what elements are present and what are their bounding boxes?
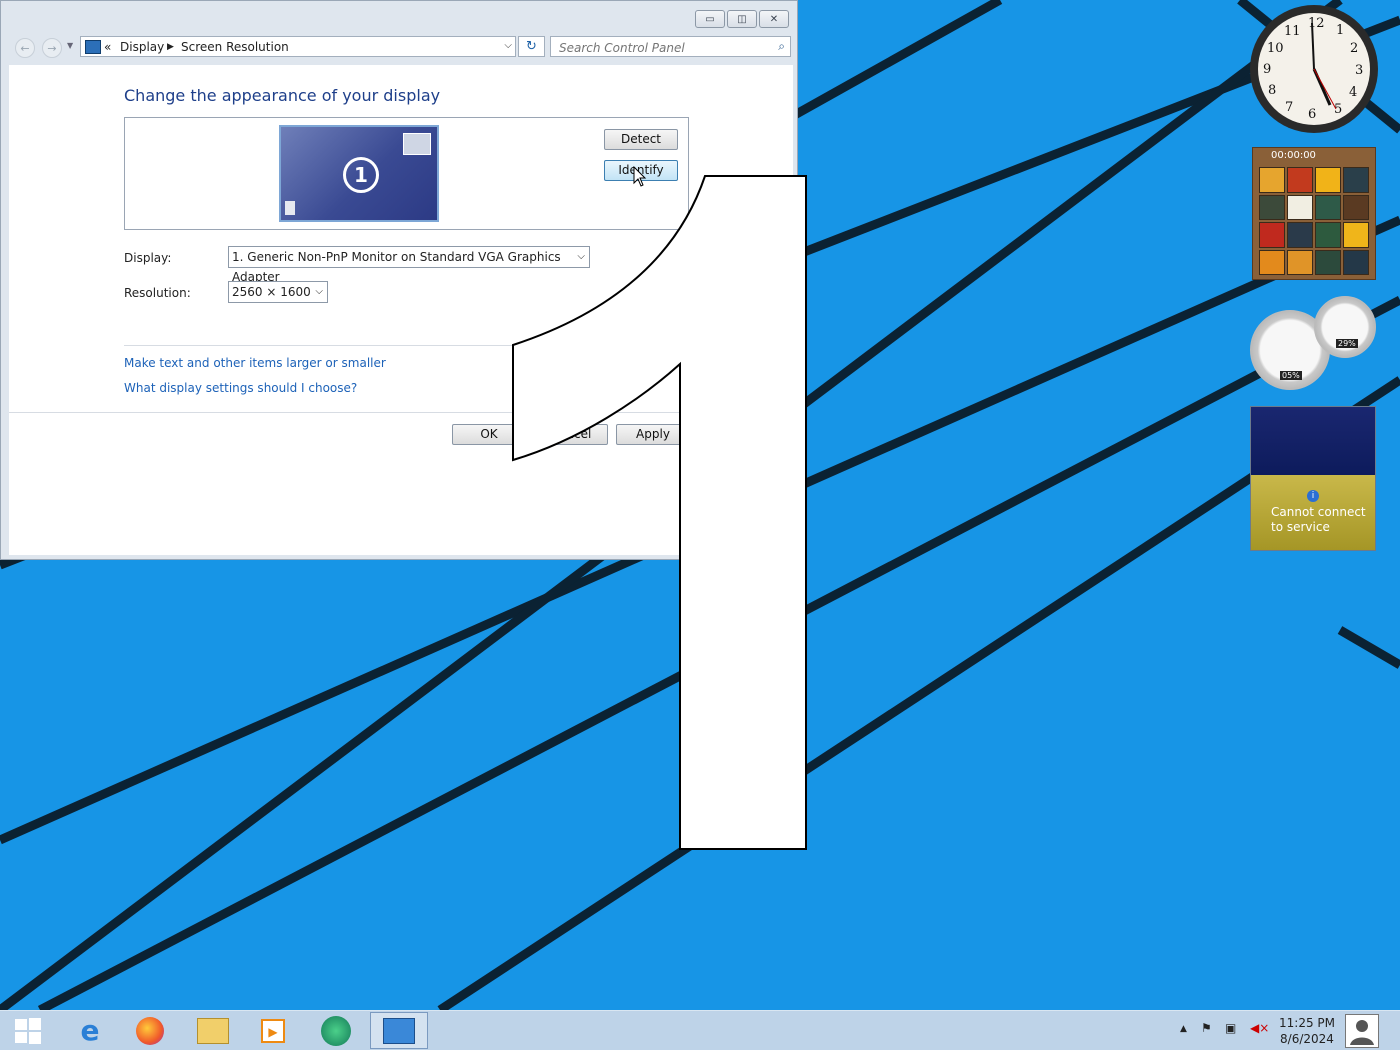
taskbar: e ▶ ▲ ⚑ ▣ ◀× 11:25 PM 8/6/2024: [0, 1010, 1400, 1050]
memory-dial: [1314, 296, 1376, 358]
page-title: Change the appearance of your display: [124, 86, 441, 105]
title-bar[interactable]: ▭ ◫ ✕: [1, 1, 797, 35]
display-label: Display:: [124, 251, 172, 265]
media-player-icon: ▶: [261, 1018, 285, 1043]
close-button[interactable]: ✕: [759, 10, 789, 28]
maximize-button[interactable]: ◫: [727, 10, 757, 28]
screen-resolution-window: ▭ ◫ ✕ ← → ▼ « Display ▶ Screen Resolutio…: [0, 0, 798, 560]
taskbar-file-explorer[interactable]: [185, 1012, 241, 1049]
info-icon: i: [1307, 490, 1319, 502]
display-select[interactable]: 1. Generic Non-PnP Monitor on Standard V…: [228, 246, 590, 284]
footer-divider: [9, 412, 793, 413]
display-settings-help-link[interactable]: What display settings should I choose?: [124, 381, 357, 395]
refresh-icon: ↻: [526, 39, 537, 54]
puzzle-grid[interactable]: [1259, 167, 1369, 275]
navigation-bar: ← → ▼ « Display ▶ Screen Resolution ⌵ ↻ …: [1, 35, 797, 59]
control-panel-icon: [383, 1017, 415, 1044]
start-button[interactable]: [0, 1012, 56, 1049]
clock-time: 11:25 PM: [1279, 1016, 1335, 1030]
refresh-button[interactable]: ↻: [518, 36, 545, 57]
weather-error-line: Cannot connect: [1271, 505, 1366, 519]
cpu-meter-gadget[interactable]: 05% 29%: [1250, 296, 1378, 392]
resolution-label: Resolution:: [124, 286, 191, 300]
picture-puzzle-gadget[interactable]: 00:00:00: [1252, 147, 1376, 280]
address-bar[interactable]: « Display ▶ Screen Resolution ⌵: [80, 36, 516, 57]
text-size-link[interactable]: Make text and other items larger or smal…: [124, 356, 386, 370]
minimize-icon: ▭: [705, 13, 715, 25]
resolution-select-value: 2560 × 1600: [232, 285, 311, 299]
apply-button[interactable]: Apply: [616, 424, 690, 445]
weather-gadget[interactable]: i Cannot connect to service: [1250, 406, 1376, 551]
breadcrumb-display[interactable]: Display: [120, 40, 164, 54]
monitor-window-icon: [403, 133, 431, 155]
weather-error-line: to service: [1271, 520, 1330, 534]
action-center-flag-icon[interactable]: ⚑: [1201, 1021, 1212, 1035]
clock-face: 12 1 2 3 4 5 6 7 8 9 10 11: [1258, 13, 1370, 125]
divider: [124, 345, 689, 346]
volume-muted-icon[interactable]: ◀×: [1250, 1021, 1269, 1035]
recent-pages-icon[interactable]: ▼: [67, 41, 73, 50]
weather-panel: i Cannot connect to service: [1251, 475, 1375, 550]
firefox-icon: [136, 1016, 164, 1045]
minimize-button[interactable]: ▭: [695, 10, 725, 28]
taskbar-firefox[interactable]: [122, 1012, 178, 1049]
taskbar-internet-explorer[interactable]: e: [62, 1012, 118, 1049]
monitor-1-tile[interactable]: 1: [279, 125, 439, 222]
display-select-value: 1. Generic Non-PnP Monitor on Standard V…: [232, 250, 561, 284]
user-avatar[interactable]: [1345, 1014, 1379, 1048]
cpu-percent: 05%: [1280, 371, 1302, 380]
clock-date: 8/6/2024: [1280, 1032, 1334, 1046]
weather-image: [1251, 407, 1375, 475]
address-dropdown-icon[interactable]: ⌵: [504, 40, 512, 51]
user-icon: [1350, 1020, 1374, 1045]
monitor-recycle-icon: [285, 201, 295, 215]
resolution-select[interactable]: 2560 × 1600 ⌵: [228, 281, 328, 303]
monitor-arrangement-area: 1 Detect Identify: [124, 117, 689, 230]
search-input[interactable]: [557, 38, 771, 57]
system-clock[interactable]: 11:25 PM 8/6/2024: [1276, 1015, 1338, 1047]
windows-logo-icon: [15, 1017, 41, 1044]
restore-icon: ◫: [737, 13, 747, 25]
detect-button[interactable]: Detect: [604, 129, 678, 150]
monitor-number: 1: [343, 157, 379, 193]
forward-button[interactable]: →: [42, 38, 62, 58]
browser-icon: [321, 1015, 351, 1046]
ok-button[interactable]: OK: [452, 424, 526, 445]
folder-icon: [197, 1017, 229, 1044]
puzzle-timer: 00:00:00: [1271, 150, 1316, 161]
mouse-cursor-icon: [633, 166, 647, 187]
back-arrow-icon: ←: [20, 41, 30, 55]
taskbar-browser-2[interactable]: [308, 1012, 364, 1049]
forward-arrow-icon: →: [47, 41, 57, 55]
control-panel-icon: [85, 40, 101, 54]
search-icon[interactable]: ⌕: [778, 39, 785, 54]
content-pane: Change the appearance of your display 1 …: [9, 65, 793, 555]
breadcrumb-screen-resolution[interactable]: Screen Resolution: [181, 40, 289, 54]
clock-hands: [1311, 22, 1337, 110]
memory-percent: 29%: [1336, 339, 1358, 348]
chevron-down-icon: ⌵: [315, 286, 323, 297]
taskbar-control-panel[interactable]: [370, 1012, 428, 1049]
close-icon: ✕: [769, 13, 779, 25]
back-button[interactable]: ←: [15, 38, 35, 58]
clock-gadget[interactable]: 12 1 2 3 4 5 6 7 8 9 10 11: [1250, 5, 1378, 133]
search-box[interactable]: ⌕: [550, 36, 791, 57]
weather-error-message: Cannot connect to service: [1271, 505, 1366, 535]
cancel-button[interactable]: Cancel: [534, 424, 608, 445]
breadcrumb-separator: «: [104, 40, 112, 54]
network-icon[interactable]: ▣: [1225, 1021, 1236, 1035]
chevron-down-icon: ⌵: [577, 251, 585, 262]
show-hidden-icons-button[interactable]: ▲: [1180, 1024, 1187, 1034]
breadcrumb-arrow-icon[interactable]: ▶: [167, 42, 174, 52]
taskbar-media-player[interactable]: ▶: [245, 1012, 301, 1049]
internet-explorer-icon: e: [80, 1014, 100, 1047]
